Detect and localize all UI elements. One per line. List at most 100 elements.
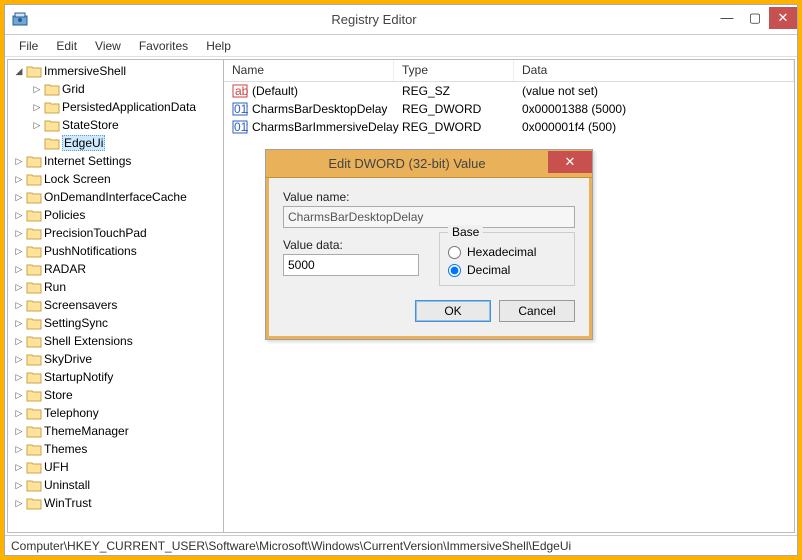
tree-item[interactable]: ▷Themes [8,440,223,458]
value-name-field [283,206,575,228]
value-type: REG_DWORD [394,120,514,134]
tree-item[interactable]: ▷PushNotifications [8,242,223,260]
dword-value-icon: 011 [232,119,248,135]
tree-item[interactable]: ▷Run [8,278,223,296]
cancel-button[interactable]: Cancel [499,300,575,322]
chevron-right-icon[interactable]: ▷ [12,318,26,329]
chevron-down-icon[interactable]: ◢ [12,66,26,77]
tree-item[interactable]: ▷RADAR [8,260,223,278]
dialog-titlebar[interactable]: Edit DWORD (32-bit) Value ✕ [266,150,592,178]
tree-item[interactable]: ▷Policies [8,206,223,224]
chevron-right-icon[interactable]: ▷ [30,120,44,131]
close-button[interactable]: ✕ [769,7,797,29]
chevron-right-icon[interactable]: ▷ [12,174,26,185]
list-row[interactable]: 011CharmsBarDesktopDelayREG_DWORD0x00001… [224,100,794,118]
tree-item[interactable]: ▷ Uninstall [8,476,223,494]
ok-button[interactable]: OK [415,300,491,322]
chevron-right-icon[interactable]: ▷ [12,228,26,239]
chevron-right-icon[interactable]: ▷ [30,102,44,113]
menu-help[interactable]: Help [198,37,239,55]
tree-item[interactable]: EdgeUi [8,134,223,152]
col-data[interactable]: Data [514,60,794,81]
statusbar: Computer\HKEY_CURRENT_USER\Software\Micr… [5,535,797,555]
folder-icon [26,460,42,474]
tree-item[interactable]: ▷ Shell Extensions [8,332,223,350]
svg-text:011: 011 [234,120,248,134]
chevron-right-icon[interactable]: ▷ [12,480,26,491]
tree-item[interactable]: ▷Store [8,386,223,404]
chevron-right-icon[interactable]: ▷ [12,282,26,293]
value-name-label: Value name: [283,190,575,204]
chevron-right-icon[interactable]: ▷ [12,444,26,455]
folder-icon [44,82,60,96]
tree-item-label: Uninstall [44,478,90,492]
tree-item[interactable]: ▷Grid [8,80,223,98]
minimize-button[interactable]: — [713,7,741,29]
chevron-right-icon[interactable]: ▷ [12,192,26,203]
radio-hex-row[interactable]: Hexadecimal [448,245,566,259]
menu-file[interactable]: File [11,37,46,55]
col-name[interactable]: Name [224,60,394,81]
list-header[interactable]: Name Type Data [224,60,794,82]
tree-item[interactable]: ▷ OnDemandInterfaceCache [8,188,223,206]
tree-item[interactable]: ◢ ImmersiveShell [8,62,223,80]
tree-item[interactable]: ▷StartupNotify [8,368,223,386]
folder-icon [26,370,42,384]
chevron-right-icon[interactable]: ▷ [12,156,26,167]
tree-item-label: ImmersiveShell [44,64,126,78]
value-data-field[interactable] [283,254,419,276]
folder-icon [44,136,60,150]
registry-tree[interactable]: ◢ ImmersiveShell ▷Grid▷PersistedApplicatio… [8,60,224,532]
tree-item[interactable]: ▷PersistedApplicationData [8,98,223,116]
tree-item[interactable]: ▷ UFH [8,458,223,476]
chevron-right-icon[interactable]: ▷ [30,84,44,95]
tree-item[interactable]: ▷Telephony [8,404,223,422]
radio-hex[interactable] [448,246,461,259]
chevron-right-icon[interactable]: ▷ [12,300,26,311]
tree-item[interactable]: ▷PrecisionTouchPad [8,224,223,242]
maximize-button[interactable]: ▢ [741,7,769,29]
tree-item[interactable]: ▷SettingSync [8,314,223,332]
menu-view[interactable]: View [87,37,129,55]
chevron-right-icon[interactable]: ▷ [12,354,26,365]
list-row[interactable]: 011CharmsBarImmersiveDelayREG_DWORD0x000… [224,118,794,136]
tree-item[interactable]: ▷Screensavers [8,296,223,314]
svg-text:ab: ab [235,84,248,98]
tree-item[interactable]: ▷ThemeManager [8,422,223,440]
value-data: (value not set) [514,84,794,98]
radio-dec-row[interactable]: Decimal [448,263,566,277]
tree-item[interactable]: ▷WinTrust [8,494,223,512]
registry-editor-window: Registry Editor — ▢ ✕ File Edit View Fav… [4,4,798,556]
tree-item[interactable]: ▷Internet Settings [8,152,223,170]
tree-item-label: Lock Screen [44,172,111,186]
chevron-right-icon[interactable]: ▷ [12,390,26,401]
tree-item-label: Shell Extensions [44,334,133,348]
folder-icon [26,280,42,294]
folder-icon [26,334,42,348]
chevron-right-icon[interactable]: ▷ [12,462,26,473]
chevron-right-icon[interactable]: ▷ [12,372,26,383]
tree-item-label: OnDemandInterfaceCache [44,190,187,204]
chevron-right-icon[interactable]: ▷ [12,426,26,437]
chevron-right-icon[interactable]: ▷ [12,210,26,221]
tree-item[interactable]: ▷ Lock Screen [8,170,223,188]
dialog-close-button[interactable]: ✕ [548,151,592,173]
chevron-right-icon[interactable]: ▷ [12,408,26,419]
list-rows: ab(Default)REG_SZ(value not set)011Charm… [224,82,794,136]
folder-icon [44,100,60,114]
chevron-right-icon[interactable]: ▷ [12,246,26,257]
chevron-right-icon[interactable]: ▷ [12,498,26,509]
menu-edit[interactable]: Edit [48,37,85,55]
tree-item[interactable]: ▷SkyDrive [8,350,223,368]
list-row[interactable]: ab(Default)REG_SZ(value not set) [224,82,794,100]
radio-dec[interactable] [448,264,461,277]
titlebar[interactable]: Registry Editor — ▢ ✕ [5,5,797,35]
chevron-right-icon[interactable]: ▷ [12,336,26,347]
menu-favorites[interactable]: Favorites [131,37,196,55]
tree-item[interactable]: ▷StateStore [8,116,223,134]
folder-icon [26,64,42,78]
col-type[interactable]: Type [394,60,514,81]
chevron-right-icon[interactable]: ▷ [12,264,26,275]
value-name: (Default) [252,84,298,98]
tree-item-label: UFH [44,460,69,474]
